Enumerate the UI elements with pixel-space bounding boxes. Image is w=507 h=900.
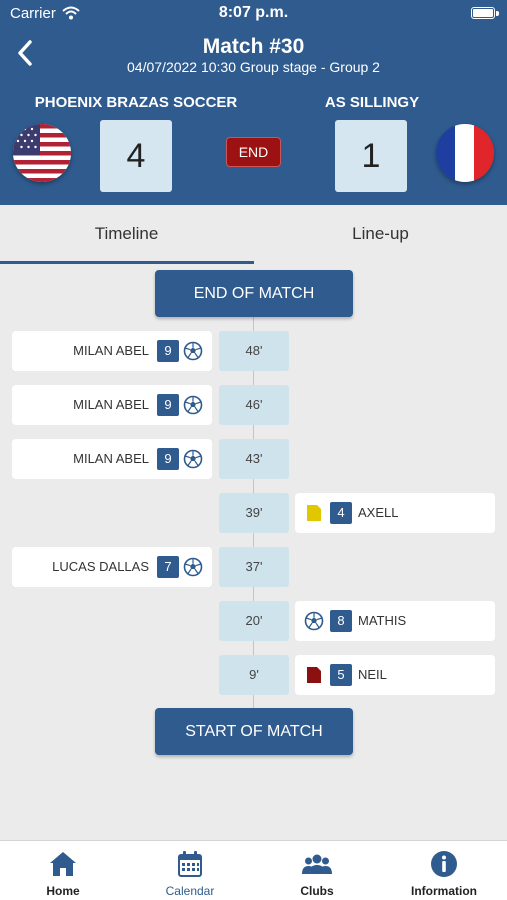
match-status-badge: END [226, 137, 281, 167]
player-name: MATHIS [358, 613, 407, 628]
shirt-number: 4 [330, 502, 352, 524]
shirt-number: 5 [330, 664, 352, 686]
nav-home-label: Home [46, 884, 80, 898]
home-team-name[interactable]: PHOENIX BRAZAS SOCCER [20, 94, 252, 111]
shirt-number: 8 [330, 610, 352, 632]
shirt-number: 9 [157, 448, 179, 470]
shirt-number: 9 [157, 340, 179, 362]
home-score: 4 [100, 120, 172, 192]
home-icon [50, 852, 76, 876]
event-card[interactable]: 4 AXELL [295, 493, 495, 533]
nav-calendar[interactable]: Calendar [127, 841, 253, 900]
event-card[interactable]: 8 MATHIS [295, 601, 495, 641]
yellow-card-icon [307, 505, 321, 521]
match-header: Match #30 04/07/2022 10:30 Group stage -… [0, 28, 507, 205]
clock: 8:07 p.m. [218, 4, 289, 21]
soccer-ball-icon [183, 449, 203, 469]
player-name: LUCAS DALLAS [52, 559, 149, 574]
timeline-event: MILAN ABEL 9 48' [0, 331, 507, 373]
nav-clubs-label: Clubs [300, 884, 334, 898]
event-card[interactable]: MILAN ABEL 9 [12, 331, 212, 371]
tab-timeline[interactable]: Timeline [0, 205, 253, 265]
player-name: MILAN ABEL [73, 451, 149, 466]
nav-information-label: Information [411, 884, 477, 898]
event-card[interactable]: 5 NEIL [295, 655, 495, 695]
soccer-ball-icon [183, 341, 203, 361]
timeline-event: 20' 8 MATHIS [0, 601, 507, 643]
timeline-event: LUCAS DALLAS 7 37' [0, 547, 507, 589]
nav-information[interactable]: Information [381, 841, 507, 900]
shirt-number: 9 [157, 394, 179, 416]
player-name: MILAN ABEL [73, 397, 149, 412]
player-name: NEIL [358, 667, 387, 682]
event-minute: 46' [219, 385, 289, 425]
battery-icon [471, 7, 495, 19]
red-card-icon [307, 667, 321, 683]
soccer-ball-icon [183, 395, 203, 415]
player-name: AXELL [358, 505, 399, 520]
calendar-icon [178, 851, 202, 877]
battery-tip [496, 11, 499, 16]
event-card[interactable]: MILAN ABEL 9 [12, 385, 212, 425]
soccer-ball-icon [304, 611, 324, 631]
timeline-event: 39' 4 AXELL [0, 493, 507, 535]
timeline-event: MILAN ABEL 9 46' [0, 385, 507, 427]
match-tabs: Timeline Line-up [0, 205, 507, 265]
event-minute: 43' [219, 439, 289, 479]
event-card[interactable]: MILAN ABEL 9 [12, 439, 212, 479]
clubs-icon [302, 854, 332, 874]
timeline-event: 9' 5 NEIL [0, 655, 507, 697]
event-minute: 20' [219, 601, 289, 641]
match-subtitle: 04/07/2022 10:30 Group stage - Group 2 [127, 59, 380, 75]
match-title: Match #30 [202, 35, 305, 58]
status-bar: Carrier 8:07 p.m. [0, 0, 507, 28]
away-team-name[interactable]: AS SILLINGY [282, 94, 462, 111]
timeline: END OF MATCH MILAN ABEL 9 48' MILAN ABEL… [0, 265, 507, 840]
tab-lineup[interactable]: Line-up [254, 205, 507, 265]
bottom-tab-bar: Home Calendar Clubs Information [0, 840, 507, 900]
event-minute: 37' [219, 547, 289, 587]
nav-clubs[interactable]: Clubs [254, 841, 380, 900]
shirt-number: 7 [157, 556, 179, 578]
active-tab-indicator [0, 261, 254, 264]
away-score: 1 [335, 120, 407, 192]
usa-flag-icon[interactable] [13, 124, 71, 182]
timeline-event: MILAN ABEL 9 43' [0, 439, 507, 481]
info-icon [431, 851, 457, 877]
event-minute: 48' [219, 331, 289, 371]
nav-home[interactable]: Home [0, 841, 126, 900]
player-name: MILAN ABEL [73, 343, 149, 358]
event-card[interactable]: LUCAS DALLAS 7 [12, 547, 212, 587]
end-of-match-banner: END OF MATCH [155, 270, 353, 317]
start-of-match-banner: START OF MATCH [155, 708, 353, 755]
event-minute: 9' [219, 655, 289, 695]
nav-calendar-label: Calendar [165, 884, 215, 898]
event-minute: 39' [219, 493, 289, 533]
soccer-ball-icon [183, 557, 203, 577]
france-flag-icon[interactable] [436, 124, 494, 182]
